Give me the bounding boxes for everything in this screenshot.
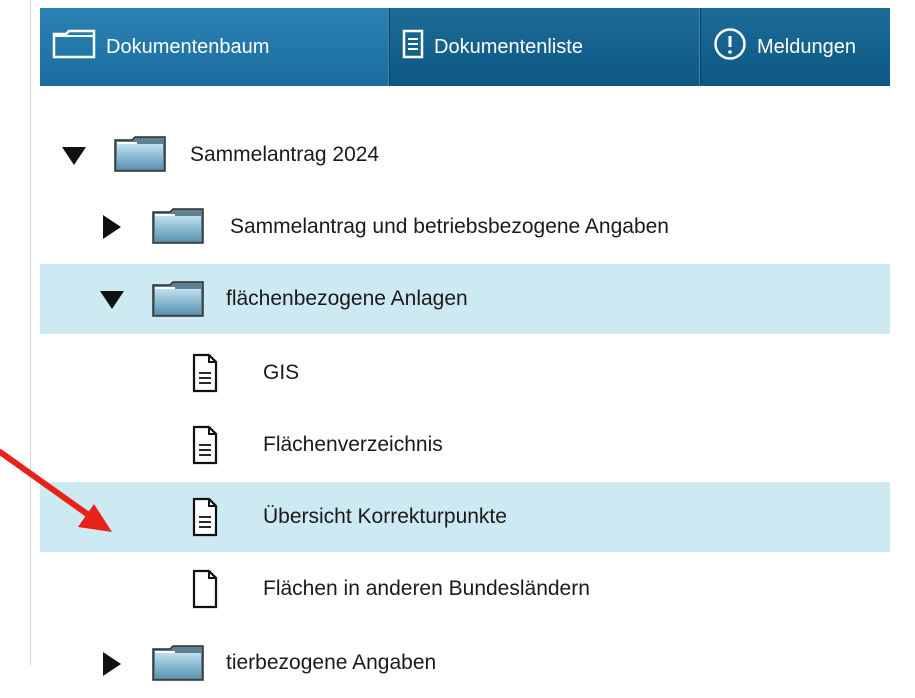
- tree-node-label: Sammelantrag und betriebsbezogene Angabe…: [230, 215, 669, 238]
- tab-dokumentenbaum[interactable]: Dokumentenbaum: [40, 8, 390, 86]
- tree-node-label: GIS: [263, 361, 300, 384]
- tree-node-label: Sammelantrag 2024: [190, 143, 380, 166]
- tree-node-flaechenbezogene-anlagen[interactable]: flächenbezogene Anlagen: [40, 264, 890, 334]
- tab-dokumentenliste[interactable]: Dokumentenliste: [390, 8, 701, 86]
- tab-bar: Dokumentenbaum Dokumentenliste Meldungen: [40, 8, 890, 86]
- collapsed-triangle-icon[interactable]: [98, 213, 126, 241]
- expanded-triangle-icon[interactable]: [98, 286, 126, 314]
- document-icon: [192, 497, 218, 537]
- tree-node-uebersicht-korrekturpunkte[interactable]: Übersicht Korrekturpunkte: [40, 482, 890, 552]
- exclamation-circle-icon: [713, 27, 747, 67]
- tree-node-gis[interactable]: GIS: [40, 338, 890, 408]
- folder-icon: [52, 29, 96, 65]
- tree-node-sammelantrag-2024[interactable]: Sammelantrag 2024: [40, 120, 890, 190]
- document-icon: [192, 425, 218, 465]
- collapsed-triangle-icon[interactable]: [98, 650, 126, 678]
- expanded-triangle-icon[interactable]: [60, 142, 88, 170]
- tree-node-label: Flächen in anderen Bundesländern: [263, 577, 590, 600]
- tree-node-label: Flächenverzeichnis: [263, 433, 443, 456]
- tree-node-label: tierbezogene Angaben: [226, 651, 437, 674]
- list-document-icon: [402, 29, 424, 65]
- folder-icon: [152, 281, 204, 317]
- empty-document-icon: [192, 569, 218, 609]
- tree-node-flaechenverzeichnis[interactable]: Flächenverzeichnis: [40, 410, 890, 480]
- tab-label: Meldungen: [757, 35, 856, 58]
- tree-node-flaechen-andere-bundeslaender[interactable]: Flächen in anderen Bundesländern: [40, 554, 890, 624]
- tree-node-label: flächenbezogene Anlagen: [226, 287, 468, 310]
- tree-node-label: Übersicht Korrekturpunkte: [263, 505, 507, 528]
- tree-node-sammelantrag-betriebsbezogen[interactable]: Sammelantrag und betriebsbezogene Angabe…: [40, 192, 890, 262]
- document-icon: [192, 353, 218, 393]
- folder-icon: [152, 208, 204, 244]
- panel-left-border: [30, 0, 31, 665]
- tab-label: Dokumentenliste: [434, 35, 583, 58]
- tab-label: Dokumentenbaum: [106, 35, 270, 58]
- tree-node-tierbezogene-angaben[interactable]: tierbezogene Angaben: [40, 628, 890, 698]
- folder-icon: [152, 645, 204, 681]
- tab-meldungen[interactable]: Meldungen: [701, 8, 890, 86]
- folder-icon: [114, 136, 166, 172]
